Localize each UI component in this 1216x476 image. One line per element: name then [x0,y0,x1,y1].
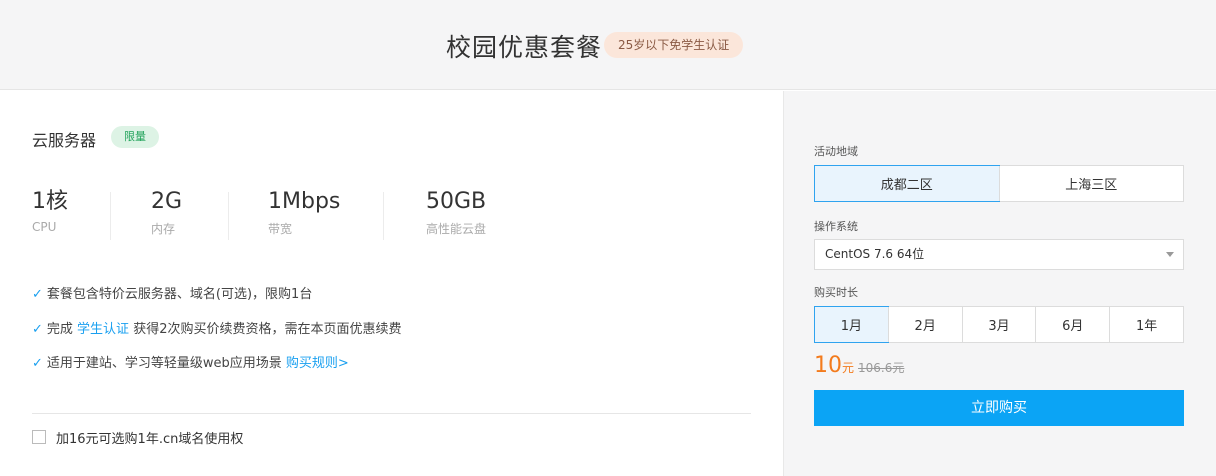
spec-value: 50GB [426,189,487,214]
os-value: CentOS 7.6 64位 [825,247,925,261]
os-label: 操作系统 [814,220,858,233]
original-price: 106.6元 [858,361,905,375]
spec-value: 1Mbps [268,189,341,214]
product-title: 云服务器 [32,131,97,150]
divider [32,413,751,414]
duration-option-2m[interactable]: 2月 [887,307,962,342]
feature-item: ✓ 完成 学生认证 获得2次购买价续费资格，需在本页面优惠续费 [32,318,401,337]
spec-label: 高性能云盘 [426,222,487,236]
buy-now-button[interactable]: 立即购买 [814,390,1184,426]
product-panel: 云服务器 限量 1核 CPU 2G 内存 1Mbps 带宽 50GB 高性能云盘… [0,91,783,476]
spec-label: 带宽 [268,222,293,236]
domain-addon-checkbox[interactable] [32,429,46,444]
region-option-shanghai[interactable]: 上海三区 [998,166,1184,201]
feature-item: ✓ 套餐包含特价云服务器、域名(可选)，限购1台 [32,283,312,302]
spec-divider [228,192,229,240]
feature-item: ✓ 适用于建站、学习等轻量级web应用场景 购买规则> [32,352,349,371]
domain-addon-label: 加16元可选购1年.cn域名使用权 [56,432,244,447]
region-label: 活动地域 [814,145,858,158]
page-header: 校园优惠套餐 25岁以下免学生认证 [0,0,1216,90]
domain-addon-option[interactable]: 加16元可选购1年.cn域名使用权 [32,428,244,447]
check-icon: ✓ [32,356,43,371]
duration-label: 购买时长 [814,286,858,299]
chevron-down-icon [1166,252,1174,257]
purchase-rules-link[interactable]: 购买规则> [286,356,349,371]
spec-divider [110,192,111,240]
os-select[interactable]: CentOS 7.6 64位 [814,239,1184,270]
price-value: 10 [814,353,842,378]
feature-text: 完成 [46,322,78,337]
spec-bandwidth: 1Mbps 带宽 [268,189,340,237]
region-selector: 成都二区 上海三区 [814,165,1184,202]
price-unit: 元 [842,361,855,375]
duration-selector: 1月 2月 3月 6月 1年 [814,306,1184,343]
spec-disk: 50GB 高性能云盘 [426,189,486,237]
student-auth-link[interactable]: 学生认证 [77,322,129,337]
check-icon: ✓ [32,322,43,337]
limited-badge: 限量 [111,126,159,148]
feature-text: 获得2次购买价续费资格，需在本页面优惠续费 [129,322,402,337]
student-badge: 25岁以下免学生认证 [604,32,744,58]
duration-option-6m[interactable]: 6月 [1035,307,1109,342]
page-title: 校园优惠套餐 [446,33,603,62]
check-icon: ✓ [32,287,43,302]
spec-cpu: 1核 CPU [32,189,68,234]
spec-label: CPU [32,220,57,234]
duration-option-1y[interactable]: 1年 [1109,307,1183,342]
spec-memory: 2G 内存 [151,189,182,237]
spec-label: 内存 [151,222,176,236]
spec-divider [383,192,384,240]
duration-option-3m[interactable]: 3月 [961,307,1036,342]
feature-text: 适用于建站、学习等轻量级web应用场景 [46,356,286,371]
config-panel: 活动地域 成都二区 上海三区 操作系统 CentOS 7.6 64位 购买时长 … [783,91,1216,476]
spec-value: 1核 [32,189,68,214]
price: 10元 106.6元 [814,353,904,378]
region-option-chengdu[interactable]: 成都二区 [814,165,1000,202]
feature-text: 套餐包含特价云服务器、域名(可选)，限购1台 [46,287,313,302]
spec-value: 2G [151,189,183,214]
duration-option-1m[interactable]: 1月 [814,306,889,343]
